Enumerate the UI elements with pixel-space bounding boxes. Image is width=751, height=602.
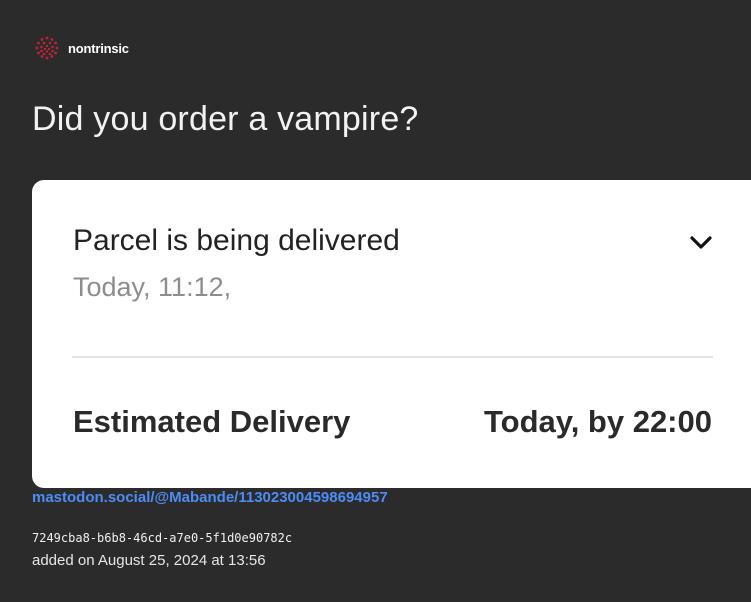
page: nontrinsic Did you order a vampire? Parc… — [0, 0, 751, 602]
record-id: 7249cba8-b6b8-46cd-a7e0-5f1d0e90782c — [32, 531, 293, 545]
card-divider — [72, 356, 713, 358]
estimated-delivery-value: Today, by 22:00 — [484, 404, 712, 439]
estimated-delivery-label: Estimated Delivery — [73, 404, 351, 439]
chevron-down-icon[interactable] — [688, 232, 714, 252]
source-link[interactable]: mastodon.social/@Mabande/113023004598694… — [32, 489, 388, 506]
delivery-status: Parcel is being delivered — [73, 224, 400, 257]
page-title: Did you order a vampire? — [32, 100, 419, 138]
brand[interactable]: nontrinsic — [34, 35, 129, 61]
delivery-status-time: Today, 11:12, — [73, 272, 232, 302]
delivery-card: Parcel is being delivered Today, 11:12, … — [32, 180, 751, 488]
brand-name: nontrinsic — [68, 40, 129, 56]
added-date: added on August 25, 2024 at 13:56 — [32, 552, 266, 569]
nontrinsic-logo-icon — [35, 36, 59, 60]
